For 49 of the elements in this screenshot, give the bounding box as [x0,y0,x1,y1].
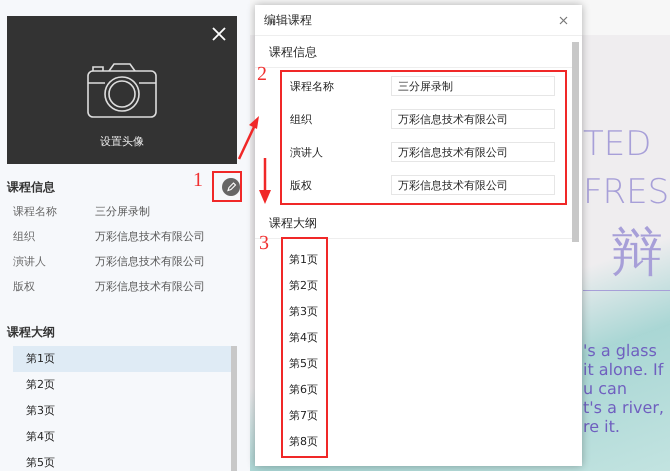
slide-text: re it. [583,417,621,436]
section-title: 课程信息 [7,178,55,196]
page-list-item[interactable]: 第5页 [13,450,231,471]
pencil-icon[interactable] [222,178,240,196]
slide-heading: FRES [583,171,670,214]
input-field[interactable]: 万彩信息技术有限公司 [391,109,555,129]
slide-text: u can [583,379,628,398]
page-list-item[interactable]: 第4页 [289,325,318,351]
cover-caption: 设置头像 [100,134,144,149]
slide-heading: TED [583,123,652,166]
field-label: 课程名称 [290,78,335,94]
slide-text: t's a river, [583,398,665,417]
page-list-item[interactable]: 第5页 [289,351,318,377]
cover-image-area[interactable]: 设置头像 [7,16,237,164]
page-list-item[interactable]: 第1页 [289,247,318,273]
field-label: 组织 [13,228,36,244]
annotation-number: 1 [193,170,203,190]
slide-title: 辩 [610,222,664,284]
page-list-item[interactable]: 第2页 [13,372,231,398]
page-list-item[interactable]: 第4页 [13,424,231,450]
page-list-item[interactable]: 第6页 [289,377,318,403]
highlight-frame [212,171,242,202]
page-list-item[interactable]: 第2页 [289,273,318,299]
dialog-title: 编辑课程 [264,12,312,28]
field-label: 组织 [290,112,313,126]
camera-icon [87,61,157,118]
page-list-item[interactable]: 第8页 [289,429,318,455]
scrollbar[interactable] [572,42,579,242]
field-value: 万彩信息技术有限公司 [95,278,205,294]
input-field[interactable]: 万彩信息技术有限公司 [391,142,555,162]
field-label: 版权 [13,278,36,294]
field-label: 演讲人 [290,144,324,160]
page-list-item[interactable]: 第7页 [289,403,318,429]
scrollbar[interactable] [231,346,237,471]
slide-text: it alone. If [583,360,665,379]
field-value: 万彩信息技术有限公司 [95,228,205,244]
field-label: 课程名称 [13,204,58,218]
input-field[interactable]: 万彩信息技术有限公司 [391,175,555,195]
input-field[interactable]: 三分屏录制 [391,76,555,96]
page-list-item[interactable]: 第1页 [13,346,231,372]
page-list-item[interactable]: 第3页 [289,299,318,325]
field-value: 万彩信息技术有限公司 [95,254,205,268]
section-title: 课程信息 [255,36,572,68]
section-title: 课程大纲 [7,324,56,340]
slide-text: 's a glass [583,341,658,360]
page-list-item[interactable]: 第3页 [13,398,231,424]
field-value: 三分屏录制 [95,204,150,218]
field-label: 演讲人 [13,254,47,268]
field-label: 版权 [290,178,313,192]
